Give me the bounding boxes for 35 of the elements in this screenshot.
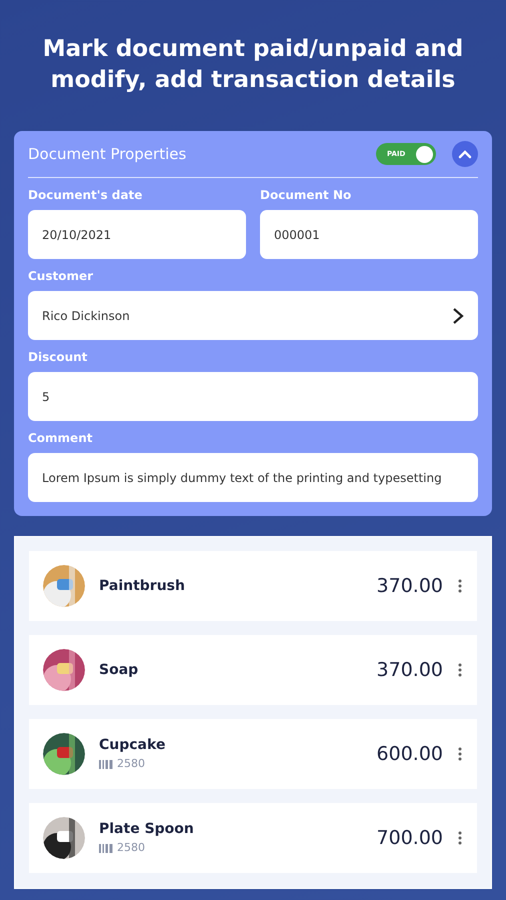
item-name: Soap [99, 660, 138, 680]
input-field[interactable]: 000001 [260, 210, 478, 259]
item-row[interactable]: Plate Spoon 2580 700.00 [29, 803, 477, 873]
item-amount: 700.00 [376, 826, 443, 851]
collapse-button[interactable] [452, 141, 478, 167]
barcode-icon [99, 760, 113, 769]
item-amount: 600.00 [376, 742, 443, 767]
chevron-right-icon [452, 306, 464, 324]
more-icon[interactable] [457, 579, 463, 593]
more-icon[interactable] [457, 663, 463, 677]
item-amount: 370.00 [376, 658, 443, 683]
item-row[interactable]: Cupcake 2580 600.00 [29, 719, 477, 789]
item-code: 2580 [117, 840, 145, 856]
input-field[interactable]: 5 [28, 372, 478, 421]
item-row[interactable]: Paintbrush 370.00 [29, 551, 477, 621]
item-name: Plate Spoon [99, 820, 194, 840]
input-field[interactable]: Lorem Ipsum is simply dummy text of the printing and typesetting [28, 453, 478, 502]
item-name: Paintbrush [99, 576, 185, 596]
item-row[interactable]: Soap 370.00 [29, 635, 477, 705]
item-code: 2580 [117, 756, 145, 772]
field-label: Document No [260, 187, 352, 204]
field-label: Customer [28, 268, 94, 285]
chevron-up-icon [458, 149, 472, 159]
input-field[interactable]: 20/10/2021 [28, 210, 246, 259]
customer-select[interactable]: Rico Dickinson [28, 291, 478, 340]
field-label: Document's date [28, 187, 144, 204]
more-icon[interactable] [457, 831, 463, 845]
headline: Mark document paid/unpaid and modify, add transaction details [42, 35, 464, 96]
item-name: Cupcake [99, 736, 166, 756]
field-label: Discount [28, 349, 88, 366]
panel-title: Document Properties [28, 144, 186, 165]
barcode-icon [99, 844, 113, 853]
field-label: Comment [28, 430, 94, 447]
more-icon[interactable] [457, 747, 463, 761]
item-amount: 370.00 [376, 574, 443, 599]
